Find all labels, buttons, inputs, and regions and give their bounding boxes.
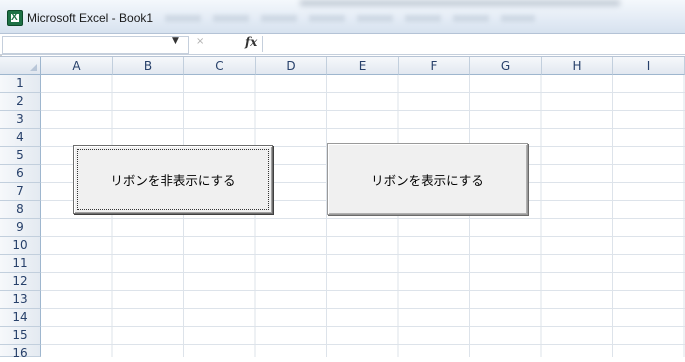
button-focus-ring (77, 149, 269, 210)
column-header-f[interactable]: F (399, 57, 470, 75)
formula-controls: × fx (190, 35, 260, 53)
row-header-4[interactable]: 4 (0, 129, 41, 147)
cancel-icon[interactable]: × (196, 36, 204, 47)
insert-function-icon[interactable]: fx (245, 35, 257, 49)
row-header-15[interactable]: 15 (0, 327, 41, 345)
blurred-menu-bar (165, 15, 535, 22)
column-header-e[interactable]: E (327, 57, 399, 75)
column-header-g[interactable]: G (470, 57, 542, 75)
formula-bar: ▼ × fx (0, 34, 685, 55)
row-header-6[interactable]: 6 (0, 165, 41, 183)
hide-ribbon-button[interactable]: リボンを非表示にする (73, 145, 273, 214)
title-bar: Microsoft Excel - Book1 (0, 0, 685, 34)
row-header-7[interactable]: 7 (0, 183, 41, 201)
row-header-10[interactable]: 10 (0, 237, 41, 255)
column-header-d[interactable]: D (256, 57, 327, 75)
row-header-2[interactable]: 2 (0, 93, 41, 111)
row-header-14[interactable]: 14 (0, 309, 41, 327)
name-box-dropdown-icon[interactable]: ▼ (172, 36, 179, 46)
row-header-1[interactable]: 1 (0, 75, 41, 93)
blurred-toolbar-strip (300, 0, 620, 6)
select-all-triangle-icon (30, 64, 37, 71)
name-box[interactable] (2, 36, 189, 54)
show-ribbon-label: リボンを表示にする (371, 172, 484, 188)
column-header-c[interactable]: C (184, 57, 256, 75)
formula-input[interactable] (262, 36, 681, 52)
row-header-5[interactable]: 5 (0, 147, 41, 165)
row-header-12[interactable]: 12 (0, 273, 41, 291)
column-header-h[interactable]: H (542, 57, 613, 75)
column-header-i[interactable]: I (613, 57, 685, 75)
column-header-b[interactable]: B (113, 57, 184, 75)
row-header-13[interactable]: 13 (0, 291, 41, 309)
window-title: Microsoft Excel - Book1 (27, 11, 154, 25)
row-header-16[interactable]: 16 (0, 345, 41, 360)
select-all-corner[interactable] (0, 57, 41, 75)
row-header-11[interactable]: 11 (0, 255, 41, 273)
show-ribbon-button[interactable]: リボンを表示にする (327, 143, 528, 215)
column-header-a[interactable]: A (41, 57, 113, 75)
excel-icon[interactable] (7, 10, 23, 26)
row-header-3[interactable]: 3 (0, 111, 41, 129)
row-header-9[interactable]: 9 (0, 219, 41, 237)
cell-area[interactable] (41, 75, 685, 357)
row-header-8[interactable]: 8 (0, 201, 41, 219)
